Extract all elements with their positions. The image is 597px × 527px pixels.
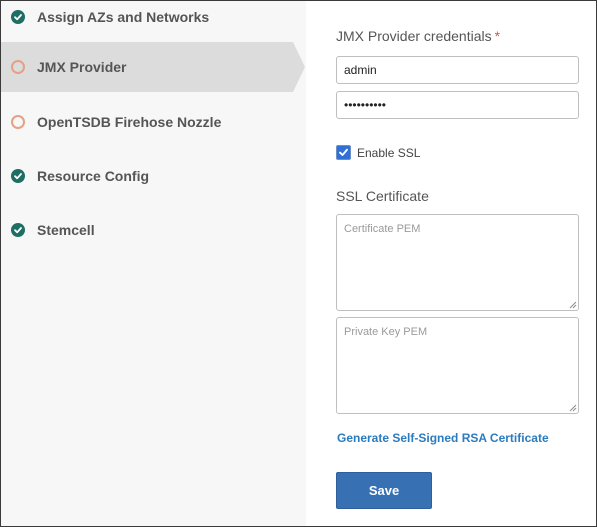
enable-ssl-checkbox[interactable]: [336, 145, 351, 160]
resize-grip-icon[interactable]: [569, 301, 577, 309]
check-circle-icon: [11, 169, 25, 183]
resize-grip-icon[interactable]: [569, 404, 577, 412]
sidebar-item-label: OpenTSDB Firehose Nozzle: [37, 114, 222, 130]
password-input[interactable]: [336, 91, 579, 119]
required-marker: *: [494, 28, 501, 44]
ring-icon: [11, 60, 25, 74]
ring-icon: [11, 115, 25, 129]
save-button[interactable]: Save: [336, 472, 432, 509]
username-input[interactable]: [336, 56, 579, 84]
ssl-certificate-label: SSL Certificate: [336, 188, 429, 204]
sidebar-item-opentsdb-firehose-nozzle[interactable]: OpenTSDB Firehose Nozzle: [1, 97, 293, 147]
private-key-pem-textarea[interactable]: [336, 317, 579, 414]
credentials-label: JMX Provider credentials *: [336, 28, 500, 44]
window-frame: Assign AZs and Networks JMX Provider Ope…: [0, 0, 597, 527]
sidebar-item-label: Resource Config: [37, 168, 150, 184]
sidebar-item-assign-azs-and-networks[interactable]: Assign AZs and Networks: [1, 1, 293, 42]
sidebar-item-label: Stemcell: [37, 222, 95, 238]
sidebar-item-jmx-provider[interactable]: JMX Provider: [1, 42, 305, 92]
check-circle-icon: [11, 223, 25, 237]
check-circle-icon: [11, 10, 25, 24]
generate-certificate-link[interactable]: Generate Self-Signed RSA Certificate: [337, 431, 549, 445]
enable-ssl-row[interactable]: Enable SSL: [336, 145, 420, 160]
sidebar-item-label: JMX Provider: [37, 59, 127, 75]
certificate-pem-textarea[interactable]: [336, 214, 579, 311]
enable-ssl-label: Enable SSL: [357, 145, 421, 160]
sidebar-item-resource-config[interactable]: Resource Config: [1, 151, 293, 201]
sidebar: Assign AZs and Networks JMX Provider Ope…: [1, 1, 306, 526]
sidebar-item-label: Assign AZs and Networks: [37, 9, 210, 25]
credentials-label-text: JMX Provider credentials: [336, 28, 492, 44]
sidebar-item-stemcell[interactable]: Stemcell: [1, 205, 293, 255]
